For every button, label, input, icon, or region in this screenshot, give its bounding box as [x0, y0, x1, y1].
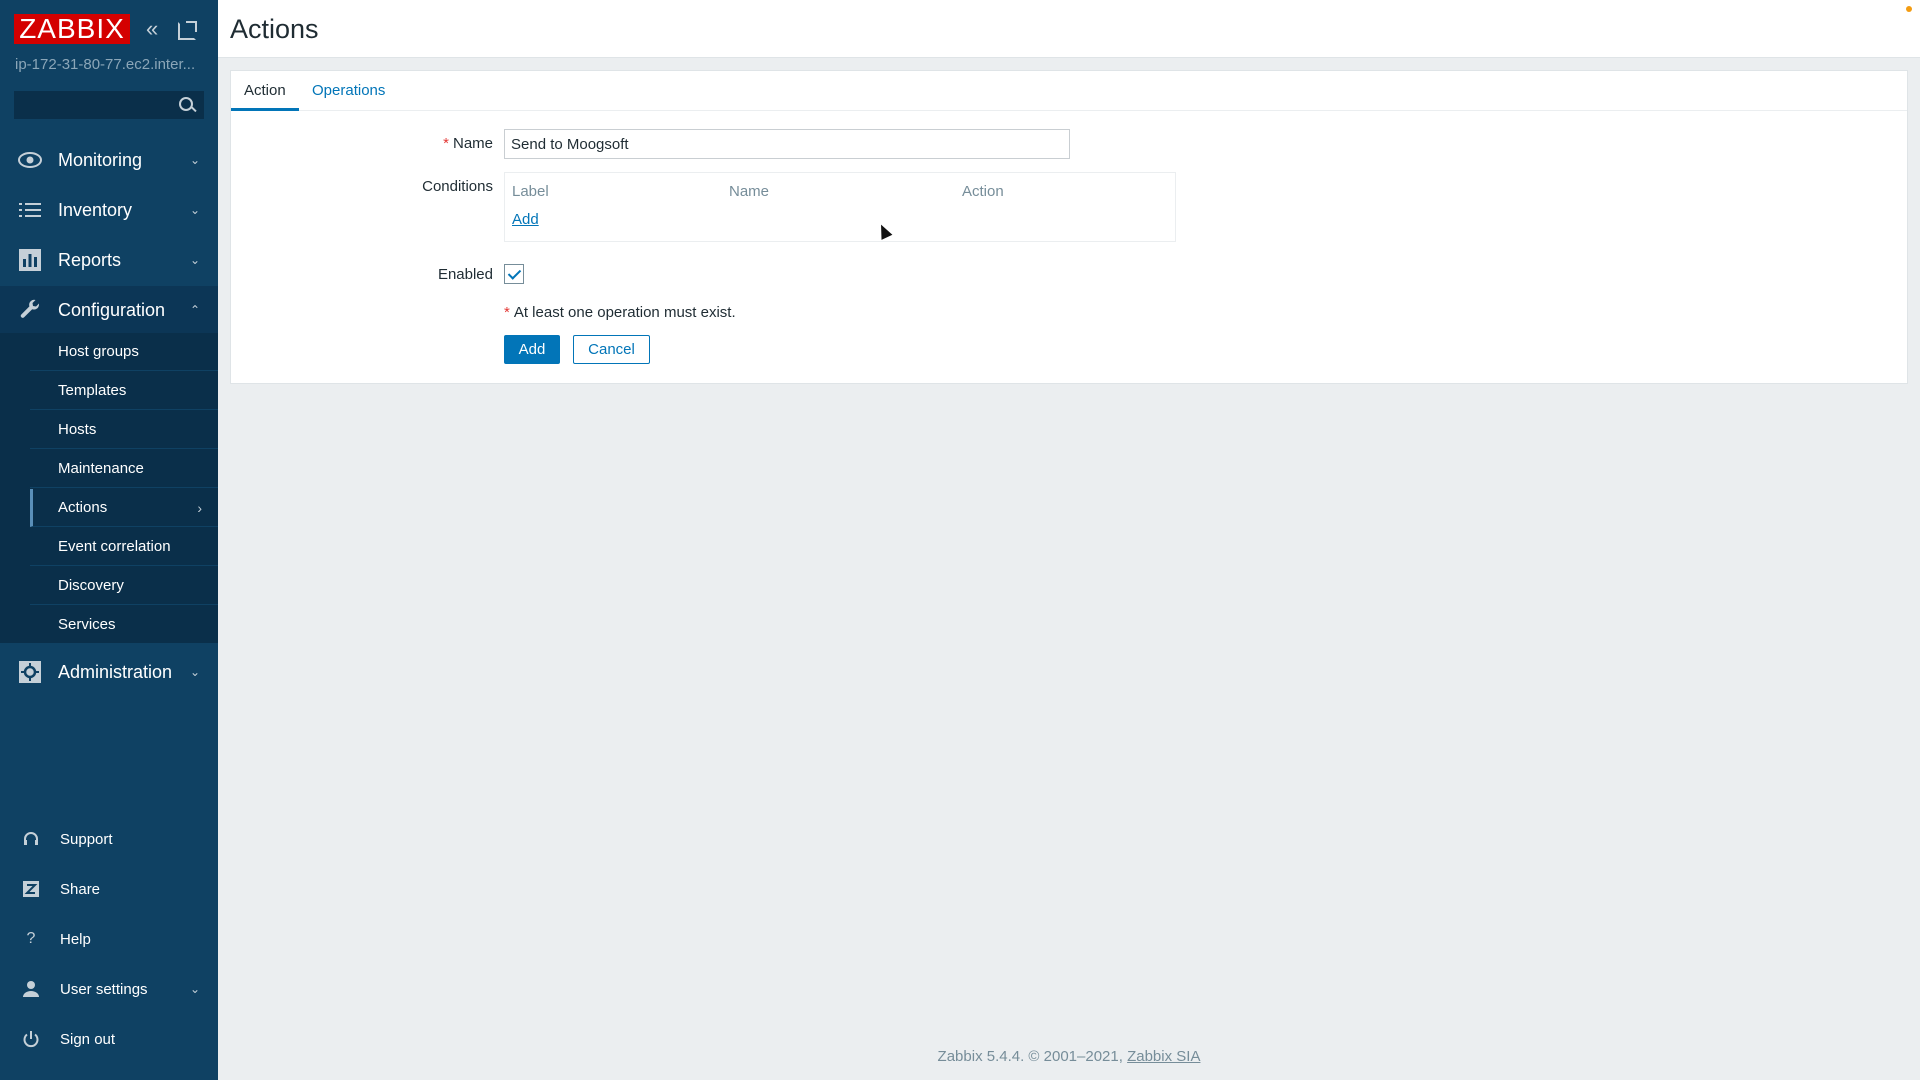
sidebar-item-discovery[interactable]: Discovery — [30, 567, 218, 605]
chevron-down-icon: ⌄ — [189, 665, 200, 679]
tab-bar: Action Operations — [231, 71, 1907, 111]
footer: Zabbix 5.4.4. © 2001–2021, Zabbix SIA — [218, 1048, 1920, 1065]
chevron-down-icon: ⌄ — [189, 153, 200, 167]
sidebar-item-label: Templates — [58, 382, 127, 399]
add-condition-link[interactable]: Add — [512, 211, 539, 228]
menu-label: Administration — [58, 661, 173, 682]
conditions-table: Label Name Action Add — [504, 172, 1176, 242]
add-button[interactable]: Add — [504, 335, 560, 364]
gear-icon — [18, 660, 42, 684]
zabbix-sia-link[interactable]: Zabbix SIA — [1127, 1048, 1200, 1065]
chevron-down-icon: ⌄ — [189, 253, 200, 267]
zabbix-logo[interactable]: ZABBIX — [14, 14, 130, 44]
sidebar-item-label: Event correlation — [58, 538, 171, 555]
tab-action[interactable]: Action — [231, 71, 299, 111]
name-field[interactable] — [504, 129, 1070, 159]
tab-operations[interactable]: Operations — [299, 71, 398, 111]
list-icon — [18, 198, 42, 222]
sidebar-item-hosts[interactable]: Hosts — [30, 411, 218, 449]
menu-label: Reports — [58, 249, 122, 270]
menu-label: Configuration — [58, 299, 166, 320]
logo-row: ZABBIX « — [14, 14, 204, 46]
menu-configuration[interactable]: Configuration ⌃ — [0, 286, 218, 334]
footer-text: Zabbix 5.4.4. © 2001–2021, — [937, 1048, 1123, 1065]
menu-reports[interactable]: Reports ⌄ — [0, 236, 218, 284]
sidebar-item-actions[interactable]: Actions › — [30, 489, 218, 527]
page-title: Actions — [230, 14, 319, 44]
power-icon — [22, 1030, 40, 1048]
sidebar-item-label: Actions — [58, 499, 108, 516]
conditions-label: Conditions — [422, 178, 493, 195]
support-link[interactable]: Support — [0, 814, 218, 864]
page-header: Actions — [218, 0, 1920, 58]
chevron-right-icon: › — [197, 499, 202, 516]
sidebar-item-label: Services — [58, 616, 116, 633]
chevron-down-icon: ⌄ — [189, 982, 200, 996]
name-label-text: Name — [452, 135, 493, 152]
conditions-header-name: Name — [729, 183, 770, 200]
menu-inventory[interactable]: Inventory ⌄ — [0, 186, 218, 234]
enabled-checkbox[interactable] — [504, 264, 524, 284]
user-settings-label: User settings — [60, 980, 148, 998]
conditions-header-action: Action — [962, 183, 1004, 200]
sidebar-item-templates[interactable]: Templates — [30, 372, 218, 410]
sidebar: ZABBIX « ip-172-31-80-77.ec2.inter... Mo… — [0, 0, 218, 1080]
sidebar-item-label: Discovery — [58, 577, 124, 594]
user-settings-link[interactable]: User settings ⌄ — [0, 964, 218, 1014]
share-link[interactable]: Share — [0, 864, 218, 914]
help-link[interactable]: ? Help — [0, 914, 218, 964]
sidebar-item-host-groups[interactable]: Host groups — [30, 333, 218, 371]
name-label: * Name — [443, 135, 493, 152]
menu-label: Monitoring — [58, 149, 143, 170]
sidebar-item-label: Hosts — [58, 421, 97, 438]
search-input[interactable] — [15, 92, 175, 118]
operation-hint-text: At least one operation must exist. — [513, 304, 736, 321]
search-box — [14, 91, 204, 119]
enabled-label: Enabled — [437, 266, 493, 283]
configuration-submenu: Host groups Templates Hosts Maintenance … — [0, 333, 218, 644]
bar-chart-icon — [18, 248, 42, 272]
action-form-panel: Action Operations *Name Conditions Label… — [230, 70, 1908, 384]
user-icon — [22, 980, 40, 998]
kiosk-mode-icon[interactable] — [178, 21, 197, 40]
share-label: Share — [60, 880, 101, 898]
sign-out-link[interactable]: Sign out — [0, 1014, 218, 1064]
cancel-button[interactable]: Cancel — [573, 335, 650, 364]
collapse-sidebar-icon[interactable]: « — [146, 18, 168, 40]
help-icon: ? — [26, 930, 36, 947]
eye-icon — [18, 148, 42, 172]
conditions-header-label: Label — [512, 183, 549, 200]
sign-out-label: Sign out — [60, 1030, 116, 1048]
operation-hint: * At least one operation must exist. — [504, 304, 736, 321]
support-label: Support — [60, 830, 113, 848]
chevron-down-icon: ⌄ — [189, 203, 200, 217]
help-label: Help — [60, 930, 91, 948]
sidebar-item-label: Host groups — [58, 343, 139, 360]
search-icon[interactable] — [177, 96, 197, 116]
menu-monitoring[interactable]: Monitoring ⌄ — [0, 136, 218, 184]
server-name: ip-172-31-80-77.ec2.inter... — [15, 56, 196, 73]
sidebar-item-event-correlation[interactable]: Event correlation — [30, 528, 218, 566]
sidebar-item-maintenance[interactable]: Maintenance — [30, 450, 218, 488]
headset-icon — [22, 830, 40, 848]
notification-dot — [1906, 6, 1912, 12]
wrench-icon — [18, 298, 42, 322]
sidebar-item-label: Maintenance — [58, 460, 144, 477]
share-icon — [22, 880, 40, 898]
chevron-up-icon: ⌃ — [189, 303, 200, 317]
menu-administration[interactable]: Administration ⌄ — [0, 648, 218, 696]
menu-label: Inventory — [58, 199, 133, 220]
sidebar-item-services[interactable]: Services — [30, 606, 218, 644]
